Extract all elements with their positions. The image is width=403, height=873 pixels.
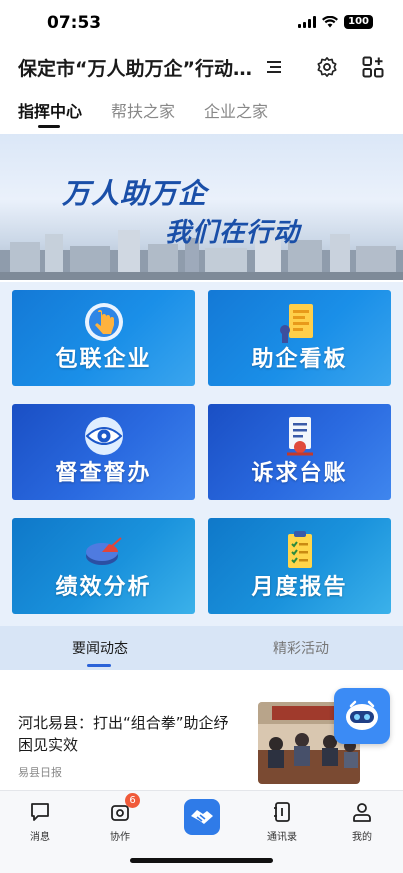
contacts-icon [274,802,290,822]
apps-button[interactable] [360,54,386,80]
tab-underline [38,125,60,128]
handshake-icon [191,810,213,824]
feature-card-dashboard[interactable]: 助企看板 [208,290,391,386]
news-tab-underline [87,664,111,667]
feature-card-monthly-report[interactable]: 月度报告 [208,518,391,614]
assistant-button[interactable] [334,688,390,744]
banner-slogan-line1: 万人助万企 [62,177,208,210]
banner-slogan-line2: 我们在行动 [165,218,301,248]
tab-enterprise-home[interactable]: 企业之家 [204,98,268,122]
feature-label: 月度报告 [251,575,348,600]
nav-label: 我的 [352,832,372,843]
feature-grid: 包联企业 助企看板 督查督办 诉求台账 绩效分析 月度报告 [0,282,403,626]
ledger-icon [286,417,313,456]
status-icons: 100 [298,15,373,29]
tab-command-center[interactable]: 指挥中心 [18,98,82,122]
feature-card-partner-enterprise[interactable]: 包联企业 [12,290,195,386]
wifi-icon [322,16,339,28]
nav-item-contacts[interactable]: 通讯录 [252,799,312,843]
tab-support-home[interactable]: 帮扶之家 [111,98,175,122]
tab-featured-activities[interactable]: 精彩活动 [273,638,329,658]
top-tabs: 指挥中心 帮扶之家 企业之家 [0,94,403,132]
nav-item-profile[interactable]: 我的 [332,799,392,843]
feature-card-request-ledger[interactable]: 诉求台账 [208,404,391,500]
news-source: 易县日报 [18,766,62,779]
banner[interactable]: 万人助万企 我们在行动 [0,134,403,280]
nav-item-home[interactable] [184,799,220,835]
feature-label: 绩效分析 [55,575,152,600]
tab-headline-news[interactable]: 要闻动态 [72,638,128,658]
home-indicator [130,858,273,863]
feature-label: 助企看板 [251,347,348,372]
feature-label: 督查督办 [55,461,152,486]
settings-button[interactable] [314,54,340,80]
robot-icon [346,700,378,730]
profile-icon [353,803,371,822]
dashboard-icon [279,304,313,343]
app-header: 保定市“万人助万企”行动… [0,46,403,90]
eye-icon [84,417,123,455]
status-bar: 07:53 100 [0,0,403,46]
clipboard-icon [287,531,312,568]
page-title: 保定市“万人助万企”行动… [18,58,252,80]
feature-card-performance[interactable]: 绩效分析 [12,518,195,614]
nav-label: 协作 [110,832,130,843]
apps-grid-icon [362,56,384,78]
feature-label: 包联企业 [55,347,152,372]
nav-item-collaborate[interactable]: 6 协作 [90,793,150,843]
status-time: 07:53 [47,13,102,33]
pie-chart-icon [85,537,122,565]
hand-pointer-icon [84,303,123,341]
news-title[interactable]: 河北易县：打出“组合拳”助企纾困见实效 [18,712,240,756]
feature-card-supervision[interactable]: 督查督办 [12,404,195,500]
battery-indicator: 100 [344,15,373,29]
nav-item-messages[interactable]: 消息 [10,799,70,843]
nav-label: 通讯录 [267,832,297,843]
menu-icon [267,61,281,73]
feature-label: 诉求台账 [251,461,348,486]
menu-button[interactable] [262,54,288,80]
signal-icon [298,16,317,28]
news-tabs: 要闻动态 精彩活动 [0,626,403,670]
gear-icon [317,57,337,77]
notification-badge: 6 [125,793,140,808]
nav-label: 消息 [30,832,50,843]
message-icon [31,803,49,821]
